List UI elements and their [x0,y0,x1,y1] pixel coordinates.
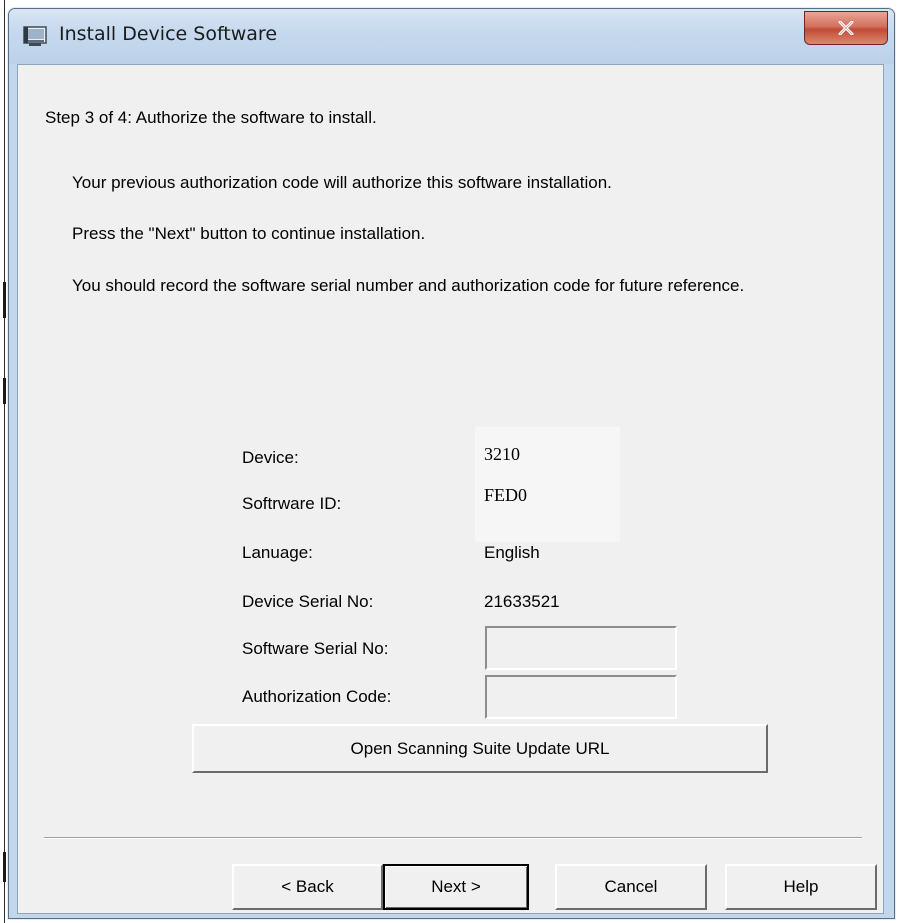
device-serial-value: 21633521 [484,592,560,611]
open-update-url-button[interactable]: Open Scanning Suite Update URL [192,724,768,773]
install-dialog-window: Install Device Software Step 3 of 4: Aut… [8,8,895,919]
edge-mark [3,852,6,882]
installer-window-icon [23,25,47,47]
software-serial-field[interactable] [485,626,677,670]
title-bar[interactable]: Install Device Software [9,9,894,64]
button-separator [44,837,862,839]
software-serial-input[interactable] [487,628,675,668]
authorization-code-field[interactable] [485,675,677,719]
software-id-label: Softrware ID: [242,494,342,513]
software-id-value: FED0 [484,485,528,505]
help-button[interactable]: Help [725,864,877,910]
edge-mark [3,282,6,318]
cancel-button[interactable]: Cancel [555,864,707,910]
language-label: Lanuage: [242,543,313,562]
message-record-serial: You should record the software serial nu… [72,276,745,295]
authorization-code-input[interactable] [487,677,675,717]
close-button[interactable] [804,11,888,45]
software-serial-label: Software Serial No: [242,639,389,658]
next-button[interactable]: Next > [383,864,529,910]
device-value: 3210 [484,444,520,464]
message-previous-authorization: Your previous authorization code will au… [72,173,612,192]
device-label: Device: [242,448,299,467]
back-button[interactable]: < Back [232,864,383,910]
authorization-code-label: Authorization Code: [242,687,392,706]
dialog-client-area: Step 3 of 4: Authorize the software to i… [17,64,884,914]
message-press-next: Press the "Next" button to continue inst… [72,224,426,243]
language-value: English [484,543,540,562]
device-serial-label: Device Serial No: [242,592,374,611]
close-x-icon [838,21,854,35]
edge-mark [3,378,6,404]
step-heading: Step 3 of 4: Authorize the software to i… [45,108,377,127]
window-title: Install Device Software [59,23,278,45]
background-window-edge [0,0,8,923]
